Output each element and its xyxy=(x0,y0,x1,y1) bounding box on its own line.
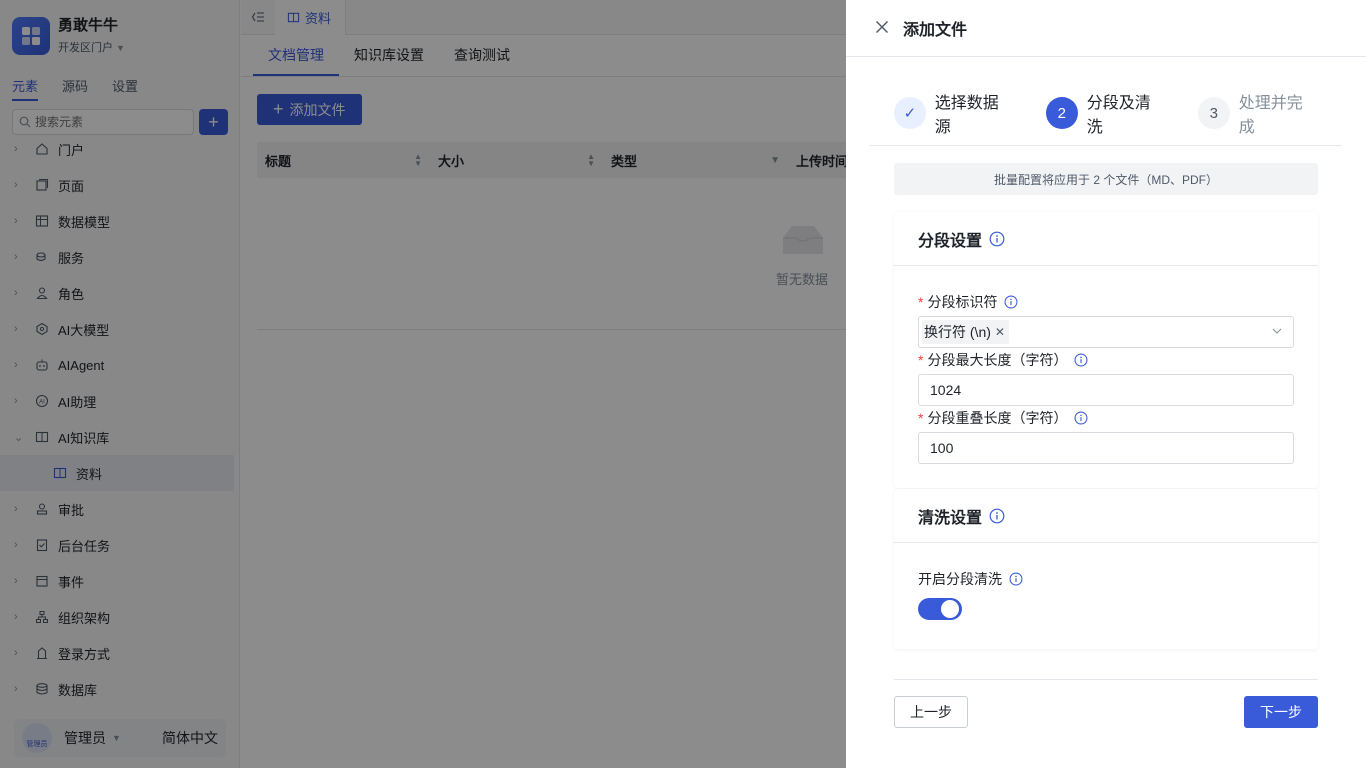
segment-settings-title: 分段设置 xyxy=(918,232,983,250)
drawer-title: 添加文件 xyxy=(903,22,968,39)
add-file-drawer: 添加文件 ✓ 选择数据源 2 分段及清洗 3 处理并完成 批量配置将应用于 2 … xyxy=(846,0,1366,768)
cleaning-settings-title: 清洗设置 xyxy=(918,509,983,527)
info-icon[interactable] xyxy=(989,508,1005,524)
step-number: 3 xyxy=(1198,97,1230,129)
step-select-source[interactable]: ✓ 选择数据源 xyxy=(894,89,1014,137)
segment-settings-card: 分段设置 * 分段标识符 换行符 (\n) ✕ * 分段最大长度（字符） 102… xyxy=(894,212,1318,488)
max-length-label: * 分段最大长度（字符） xyxy=(918,350,1088,370)
step-label: 处理并完成 xyxy=(1238,95,1303,136)
tag-close-icon[interactable]: ✕ xyxy=(995,325,1005,339)
enable-cleaning-label: 开启分段清洗 xyxy=(918,569,1023,589)
close-icon[interactable] xyxy=(874,19,890,38)
step-label: 选择数据源 xyxy=(934,95,999,136)
separator-tag: 换行符 (\n) ✕ xyxy=(922,320,1009,344)
step-number: 2 xyxy=(1046,97,1078,129)
next-button[interactable]: 下一步 xyxy=(1244,696,1318,728)
separator-select[interactable]: 换行符 (\n) ✕ xyxy=(918,316,1294,348)
enable-cleaning-label-text: 开启分段清洗 xyxy=(918,571,1002,587)
check-icon: ✓ xyxy=(894,97,926,129)
info-icon[interactable] xyxy=(1004,295,1018,309)
previous-button[interactable]: 上一步 xyxy=(894,696,968,728)
separator-label: * 分段标识符 xyxy=(918,292,1018,312)
segment-settings-header: 分段设置 xyxy=(894,212,1318,266)
info-icon[interactable] xyxy=(1074,411,1088,425)
step-process-finish[interactable]: 3 处理并完成 xyxy=(1198,89,1318,137)
cleaning-settings-card: 清洗设置 开启分段清洗 xyxy=(894,489,1318,649)
cleaning-settings-header: 清洗设置 xyxy=(894,489,1318,543)
step-segment-clean[interactable]: 2 分段及清洗 xyxy=(1046,89,1166,137)
step-label: 分段及清洗 xyxy=(1086,95,1151,136)
required-mark: * xyxy=(918,352,924,368)
required-mark: * xyxy=(918,410,924,426)
separator-label-text: 分段标识符 xyxy=(927,294,998,310)
overlap-label-text: 分段重叠长度（字符） xyxy=(927,410,1068,426)
modal-mask[interactable] xyxy=(0,0,846,768)
required-mark: * xyxy=(918,294,924,310)
overlap-label: * 分段重叠长度（字符） xyxy=(918,408,1088,428)
max-length-input[interactable]: 1024 xyxy=(918,374,1294,406)
batch-notice: 批量配置将应用于 2 个文件（MD、PDF） xyxy=(894,163,1318,195)
max-length-label-text: 分段最大长度（字符） xyxy=(927,352,1068,368)
footer-divider xyxy=(894,679,1318,680)
toggle-knob xyxy=(941,600,959,618)
overlap-input[interactable]: 100 xyxy=(918,432,1294,464)
steps: ✓ 选择数据源 2 分段及清洗 3 处理并完成 xyxy=(894,95,1318,136)
info-icon[interactable] xyxy=(1009,572,1023,586)
info-icon[interactable] xyxy=(989,231,1005,247)
separator-tag-label: 换行符 (\n) xyxy=(924,324,991,340)
chevron-down-icon xyxy=(1272,328,1282,334)
enable-cleaning-toggle[interactable] xyxy=(918,598,962,620)
steps-divider xyxy=(870,145,1342,146)
drawer-header: 添加文件 xyxy=(846,0,1366,57)
info-icon[interactable] xyxy=(1074,353,1088,367)
